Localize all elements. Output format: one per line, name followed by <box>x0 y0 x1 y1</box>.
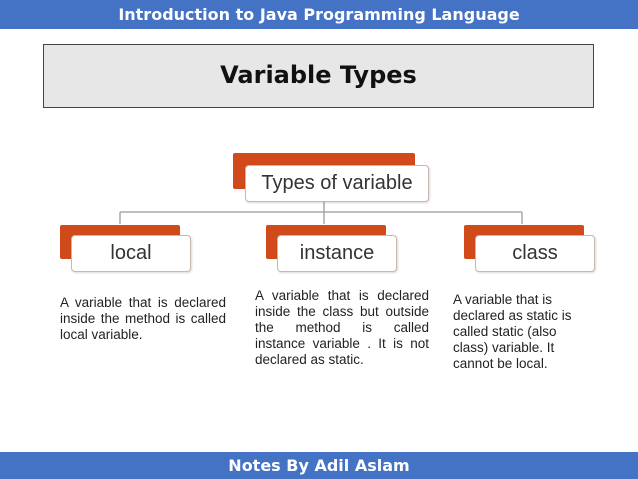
class-description: A variable that is declared as static is… <box>453 292 572 371</box>
local-description: A variable that is declared inside the m… <box>60 295 226 342</box>
root-node: Types of variable <box>245 165 429 202</box>
class-node-label: class <box>512 242 558 264</box>
bottom-banner: Notes By Adil Aslam <box>0 452 638 479</box>
class-node: class <box>475 235 595 272</box>
root-node-label: Types of variable <box>261 172 413 194</box>
local-node-label: local <box>110 242 152 264</box>
bottom-banner-text: Notes By Adil Aslam <box>228 456 410 475</box>
instance-node-label: instance <box>299 242 375 264</box>
instance-description: A variable that is declared inside the c… <box>255 288 429 367</box>
local-node: local <box>71 235 191 272</box>
instance-node: instance <box>277 235 397 272</box>
